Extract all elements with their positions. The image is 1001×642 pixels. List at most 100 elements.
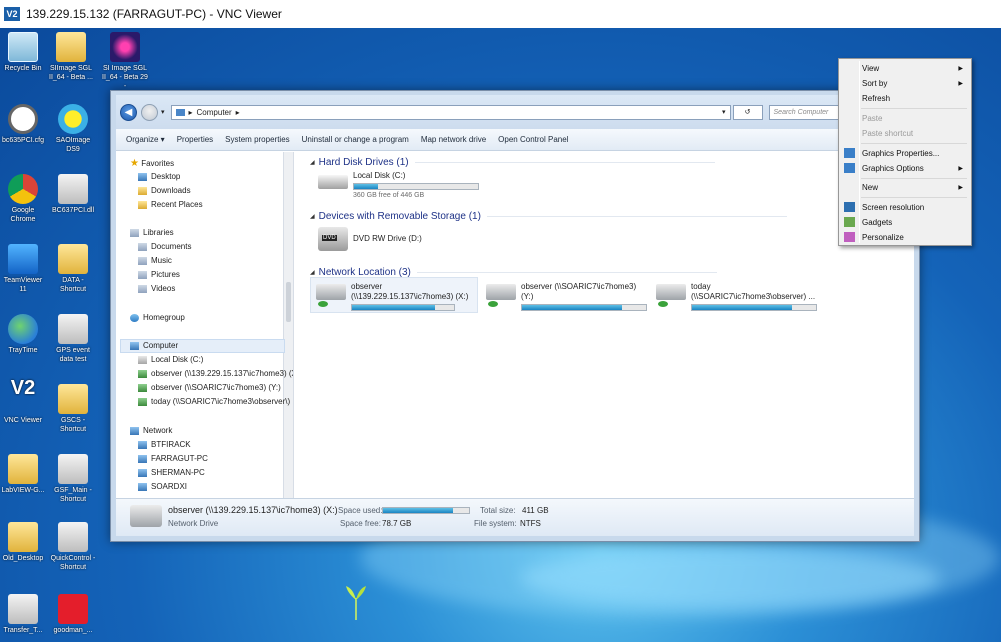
properties-button[interactable]: Properties	[177, 135, 213, 144]
nav-local-disk[interactable]: Local Disk (C:)	[138, 355, 203, 364]
nav-videos[interactable]: Videos	[138, 284, 175, 293]
nav-downloads[interactable]: Downloads	[138, 186, 191, 195]
desktop-icon-transfer[interactable]: Transfer_T...	[0, 594, 46, 635]
vnc-toolbar-notch[interactable]	[606, 0, 761, 30]
network-drive-observer-y[interactable]: observer (\\SOARIC7\ic7home3) (Y:)	[486, 282, 647, 312]
documents-icon	[138, 242, 147, 251]
gadgets-icon	[844, 217, 855, 227]
desktop-icon-vnc-viewer[interactable]: V2 VNC Viewer	[0, 377, 46, 425]
menu-view[interactable]: View ▶	[861, 61, 967, 75]
folder-icon	[8, 454, 38, 484]
nav-favorites[interactable]: ★ Favorites	[130, 158, 174, 169]
menu-screen-resolution[interactable]: Screen resolution	[844, 200, 967, 214]
refresh-button[interactable]: ↺	[732, 104, 763, 120]
desktop-icon-traytime[interactable]: TrayTime	[0, 314, 46, 355]
recent-pages-icon[interactable]: ▾	[161, 108, 165, 116]
nav-scrollbar[interactable]	[283, 152, 293, 498]
address-bar[interactable]: ▸ Computer ▸ ▾	[170, 104, 731, 120]
local-disk-name: Local Disk (C:)	[353, 171, 406, 180]
desktop-icon-ds9[interactable]: SAOImage DS9	[50, 104, 96, 154]
pc-icon	[138, 468, 147, 477]
menu-new[interactable]: New ▶	[861, 180, 967, 194]
menu-refresh[interactable]: Refresh	[861, 91, 967, 105]
dvd-drive-icon	[318, 227, 348, 251]
explorer-window[interactable]: ◀ ▾ ▸ Computer ▸ ▾ ↺ Search Computer Org…	[110, 90, 920, 542]
nav-soardxi[interactable]: SOARDXI	[138, 482, 187, 491]
hard-disk-icon	[318, 175, 348, 189]
desktop-icon-data[interactable]: DATA - Shortcut	[50, 244, 96, 294]
network-drive-icon	[656, 284, 686, 307]
content-pane[interactable]: ◢ Hard Disk Drives (1) Local Disk (C:) 36…	[306, 152, 914, 498]
menu-paste-shortcut[interactable]: Paste shortcut	[861, 126, 967, 140]
vnc-icon: V2	[10, 377, 36, 399]
nav-farragut-pc[interactable]: FARRAGUT-PC	[138, 454, 208, 463]
nav-libraries[interactable]: Libraries	[130, 228, 174, 237]
nav-btfirack[interactable]: BTFIRACK	[138, 440, 191, 449]
desktop-icon-bc635[interactable]: bc635PCI.cfg	[0, 104, 46, 145]
nav-music[interactable]: Music	[138, 256, 172, 265]
menu-graphics-options[interactable]: Graphics Options ▶	[844, 161, 967, 175]
nav-recent-places[interactable]: Recent Places	[138, 200, 203, 209]
dll-file-icon	[58, 174, 88, 204]
network-drive-icon	[486, 284, 516, 307]
vnc-titlebar: V2 139.229.15.132 (FARRAGUT-PC) - VNC Vi…	[0, 0, 1001, 28]
menu-gadgets[interactable]: Gadgets	[844, 215, 967, 229]
network-drive-icon	[138, 397, 147, 406]
details-type: Network Drive	[168, 519, 219, 528]
nav-observer-x[interactable]: observer (\\139.229.15.137\ic7home3) (X:…	[138, 369, 293, 378]
graphics-icon	[844, 148, 855, 158]
nav-today[interactable]: today (\\SOARIC7\ic7home3\observer\)	[138, 397, 290, 406]
nav-desktop[interactable]: Desktop	[138, 172, 180, 181]
desktop-icon-quickcontrol[interactable]: QuickControl - Shortcut	[50, 522, 96, 572]
desktop-icon-siimage-2[interactable]: SI Image SGL II_64 - Beta 29 -	[102, 32, 148, 91]
desktop-icon-labview[interactable]: LabVIEW-G...	[0, 454, 46, 495]
pictures-icon	[138, 270, 147, 279]
nav-homegroup[interactable]: Homegroup	[130, 313, 185, 322]
menu-paste[interactable]: Paste	[861, 111, 967, 125]
desktop-icon-gps-event[interactable]: GPS event data test	[50, 314, 96, 364]
system-properties-button[interactable]: System properties	[225, 135, 289, 144]
organize-button[interactable]: Organize ▾	[126, 135, 165, 144]
address-dropdown-icon[interactable]: ▾	[722, 108, 726, 116]
navigation-pane[interactable]: ★ Favorites Desktop Downloads Recent Pla…	[116, 152, 294, 498]
section-removable-storage[interactable]: ◢ Devices with Removable Storage (1)	[310, 211, 787, 222]
breadcrumb-computer[interactable]: Computer	[197, 108, 232, 117]
nav-network[interactable]: Network	[130, 426, 172, 435]
details-pane: observer (\\139.229.15.137\ic7home3) (X:…	[116, 498, 914, 536]
globe-icon	[8, 314, 38, 344]
desktop-context-menu: View ▶ Sort by ▶ Refresh Paste Paste short…	[838, 58, 972, 246]
drive-dvd-rw-d[interactable]: DVD RW Drive (D:)	[318, 227, 422, 251]
desktop-icon-bc637[interactable]: BC637PCI.dll	[50, 174, 96, 215]
network-drive-icon	[316, 284, 346, 307]
forward-button[interactable]	[141, 103, 158, 121]
desktop-icon-goodman[interactable]: goodman_...	[50, 594, 96, 635]
desktop-icon-gscs[interactable]: GSCS - Shortcut	[50, 384, 96, 434]
desktop-icon-recycle-bin[interactable]: Recycle Bin	[0, 32, 46, 73]
desktop-icon-gsf-main[interactable]: GSF_Main - Shortcut	[50, 454, 96, 504]
menu-graphics-properties[interactable]: Graphics Properties...	[844, 146, 967, 160]
menu-sort-by[interactable]: Sort by ▶	[861, 76, 967, 90]
computer-icon	[130, 341, 139, 350]
drive-local-disk-c[interactable]: Local Disk (C:) 360 GB free of 446 GB	[318, 171, 479, 201]
nav-pictures[interactable]: Pictures	[138, 270, 180, 279]
quickcontrol-icon	[58, 522, 88, 552]
nav-observer-y[interactable]: observer (\\SOARIC7\ic7home3) (Y:)	[138, 383, 281, 392]
menu-personalize[interactable]: Personalize	[844, 230, 967, 244]
network-drive-observer-x[interactable]: observer (\\139.229.15.137\ic7home3) (X:…	[316, 282, 468, 312]
nav-computer[interactable]: Computer	[130, 341, 178, 350]
uninstall-button[interactable]: Uninstall or change a program	[302, 135, 409, 144]
desktop-icon-chrome[interactable]: Google Chrome	[0, 174, 46, 224]
desktop-icon-teamviewer[interactable]: TeamViewer 11	[0, 244, 46, 294]
open-control-panel-button[interactable]: Open Control Panel	[498, 135, 568, 144]
section-hard-disk-drives[interactable]: ◢ Hard Disk Drives (1)	[310, 157, 715, 168]
nav-sherman-pc[interactable]: SHERMAN-PC	[138, 468, 205, 477]
map-network-drive-button[interactable]: Map network drive	[421, 135, 486, 144]
details-space-free: 78.7 GB	[382, 519, 412, 528]
videos-icon	[138, 284, 147, 293]
back-button[interactable]: ◀	[120, 103, 137, 121]
network-drive-today[interactable]: today (\\SOARIC7\ic7home3\observer) ...	[656, 282, 817, 312]
dvd-drive-name: DVD RW Drive (D:)	[353, 234, 422, 243]
desktop-icon-old-desktop[interactable]: Old_Desktop	[0, 522, 46, 563]
nav-documents[interactable]: Documents	[138, 242, 191, 251]
desktop-icon-siimage-1[interactable]: SIImage SGL II_64 - Beta ...	[48, 32, 94, 82]
